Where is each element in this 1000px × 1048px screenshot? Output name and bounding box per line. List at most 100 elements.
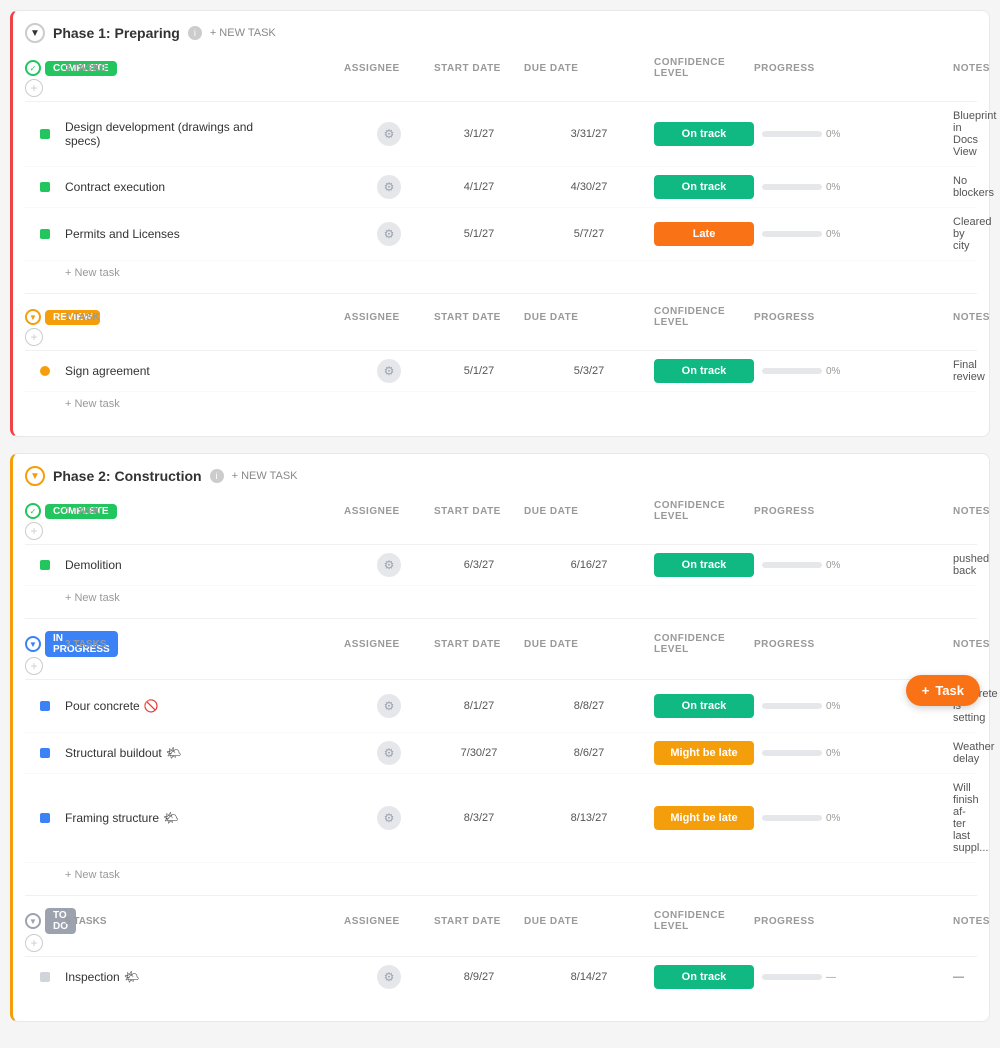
task-name[interactable]: Pour concrete 🚫 <box>65 699 264 713</box>
new-task-inline-p2ip[interactable]: + New task <box>25 863 977 883</box>
confidence-badge: Might be late <box>654 741 754 765</box>
float-add-task-button[interactable]: + Task <box>906 675 980 706</box>
p2todo-status-cell: ▼ TO DO <box>25 908 65 934</box>
task-name[interactable]: Structural buildout 🌤 <box>65 746 264 760</box>
assignee-icon: ⚙ <box>377 741 401 765</box>
progress-pct: 0% <box>826 366 840 377</box>
col-startdate-p2ip: START DATE <box>434 639 524 650</box>
progress-cell: 0% <box>754 366 953 377</box>
progress-bar <box>762 231 822 237</box>
progress-pct: 0% <box>826 182 840 193</box>
due-date: 8/6/27 <box>524 747 654 759</box>
phase1-complete-count: 3 TASKS <box>65 63 264 74</box>
phase1-new-task-btn[interactable]: + NEW TASK <box>210 27 276 39</box>
phase2-todo-block: ▼ TO DO 5 TASKS ASSIGNEE START DATE DUE … <box>25 904 977 997</box>
confidence-badge: On track <box>654 694 754 718</box>
progress-bar <box>762 131 822 137</box>
p2todo-toggle[interactable]: ▼ <box>25 913 41 929</box>
notes-cell: Weather delay <box>953 741 977 765</box>
phase2-todo-header: ▼ TO DO 5 TASKS ASSIGNEE START DATE DUE … <box>25 904 977 957</box>
add-task-icon-p2ip[interactable]: + <box>25 657 43 675</box>
due-date: 4/30/27 <box>524 181 654 193</box>
page-wrapper: ▼ Phase 1: Preparing i + NEW TASK ✓ COMP… <box>0 0 1000 1048</box>
task-dot-cell <box>25 701 65 711</box>
task-name[interactable]: Framing structure 🌤 <box>65 811 264 825</box>
phase2-title: Phase 2: Construction <box>53 468 202 484</box>
phase1-title: Phase 1: Preparing <box>53 25 180 41</box>
col-progress-1: PROGRESS <box>754 63 953 74</box>
col-duedate-p2c: DUE DATE <box>524 506 654 517</box>
col-assignee-r: ASSIGNEE <box>344 312 434 323</box>
phase1-toggle[interactable]: ▼ <box>25 23 45 43</box>
p2inprogress-status-cell: ▼ IN PROGRESS <box>25 631 65 657</box>
phase2-section: ▼ Phase 2: Construction i + NEW TASK ✓ C… <box>10 453 990 1022</box>
progress-cell: 0% <box>754 229 953 240</box>
divider <box>25 293 977 294</box>
start-date: 8/3/27 <box>434 812 524 824</box>
progress-bar <box>762 368 822 374</box>
col-startdate-p2td: START DATE <box>434 916 524 927</box>
progress-pct: 0% <box>826 748 840 759</box>
phase1-review-header: ▼ REVIEW 1 TASK ASSIGNEE START DATE DUE … <box>25 302 977 351</box>
add-task-icon-1[interactable]: + <box>25 79 43 97</box>
p2inprogress-toggle[interactable]: ▼ <box>25 636 41 652</box>
task-name[interactable]: Permits and Licenses <box>65 227 264 241</box>
task-name[interactable]: Contract execution <box>65 180 264 194</box>
task-emoji: 🌤 <box>163 811 178 825</box>
phase2-new-task-btn[interactable]: + NEW TASK <box>232 470 298 482</box>
phase1-info-icon[interactable]: i <box>188 26 202 40</box>
col-notes-p2ip: NOTES <box>953 639 977 650</box>
start-date: 3/1/27 <box>434 128 524 140</box>
assignee-cell: ⚙ <box>344 741 434 765</box>
progress-pct: 0% <box>826 229 840 240</box>
phase1-chevron: ▼ <box>30 28 40 39</box>
col-assignee-p2c: ASSIGNEE <box>344 506 434 517</box>
task-dot <box>40 813 50 823</box>
assignee-icon: ⚙ <box>377 175 401 199</box>
complete-toggle[interactable]: ✓ <box>25 60 41 76</box>
new-task-inline-1[interactable]: + New task <box>25 261 977 281</box>
due-date: 8/13/27 <box>524 812 654 824</box>
task-dot <box>40 182 50 192</box>
task-row: Structural buildout 🌤 ⚙ 7/30/27 8/6/27 M… <box>25 733 977 774</box>
task-row: Demolition ⚙ 6/3/27 6/16/27 On track 0% … <box>25 545 977 586</box>
task-dot-cell <box>25 129 65 139</box>
phase2-toggle[interactable]: ▼ <box>25 466 45 486</box>
task-dot-cell <box>25 182 65 192</box>
col-startdate-r: START DATE <box>434 312 524 323</box>
start-date: 7/30/27 <box>434 747 524 759</box>
progress-bar <box>762 562 822 568</box>
task-dot <box>40 129 50 139</box>
review-toggle[interactable]: ▼ <box>25 309 41 325</box>
col-assignee-1: ASSIGNEE <box>344 63 434 74</box>
task-dot <box>40 701 50 711</box>
assignee-icon: ⚙ <box>377 122 401 146</box>
p2complete-status-cell: ✓ COMPLETE <box>25 503 65 519</box>
review-status-cell: ▼ REVIEW <box>25 309 65 325</box>
task-name[interactable]: Sign agreement <box>65 364 264 378</box>
add-task-icon-p2td[interactable]: + <box>25 934 43 952</box>
task-name[interactable]: Inspection 🌤 <box>65 970 264 984</box>
assignee-cell: ⚙ <box>344 222 434 246</box>
task-row: Contract execution ⚙ 4/1/27 4/30/27 On t… <box>25 167 977 208</box>
due-date: 5/3/27 <box>524 365 654 377</box>
task-name[interactable]: Design development (drawings and specs) <box>65 120 264 148</box>
progress-pct: 0% <box>826 129 840 140</box>
add-task-icon-r[interactable]: + <box>25 328 43 346</box>
task-row: Framing structure 🌤 ⚙ 8/3/27 8/13/27 Mig… <box>25 774 977 863</box>
notes-cell: pushed back <box>953 553 977 577</box>
new-task-inline-review[interactable]: + New task <box>25 392 977 412</box>
start-date: 4/1/27 <box>434 181 524 193</box>
new-task-inline-p2c[interactable]: + New task <box>25 586 977 606</box>
add-task-icon-p2c[interactable]: + <box>25 522 43 540</box>
phase2-info-icon[interactable]: i <box>210 469 224 483</box>
assignee-icon: ⚙ <box>377 359 401 383</box>
task-dot <box>40 972 50 982</box>
task-dot-cell <box>25 972 65 982</box>
progress-pct: 0% <box>826 560 840 571</box>
phase2-complete-header: ✓ COMPLETE 1 TASK ASSIGNEE START DATE DU… <box>25 496 977 545</box>
task-name[interactable]: Demolition <box>65 558 264 572</box>
task-dot-cell <box>25 229 65 239</box>
phase1-complete-status: ✓ COMPLETE <box>25 60 65 76</box>
p2complete-toggle[interactable]: ✓ <box>25 503 41 519</box>
